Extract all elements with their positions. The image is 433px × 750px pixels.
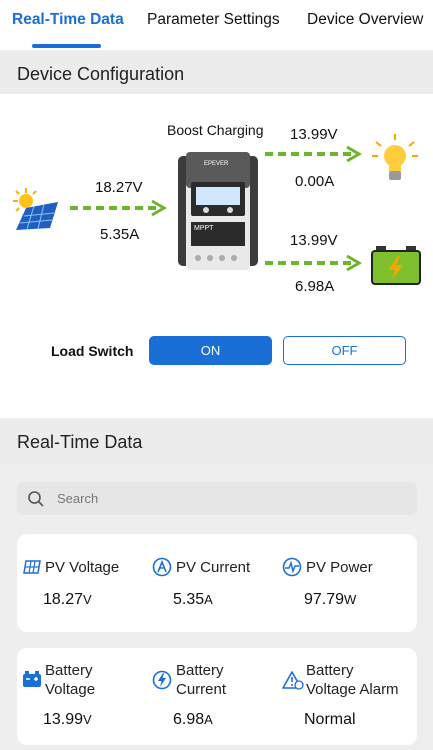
load-current-label: 0.00A [295, 173, 335, 190]
pv-voltage-title: PV Voltage [45, 559, 120, 576]
current-icon [152, 557, 172, 577]
realtime-data-header: Real-Time Data [0, 420, 433, 465]
controller-brand-text: EPEVER [204, 161, 229, 167]
active-tab-indicator [32, 44, 101, 48]
controller-model-text: MPPT [194, 225, 214, 232]
device-config-header: Device Configuration [0, 52, 433, 97]
battery-voltage-label: 13.99V [290, 232, 338, 249]
pv-current-label: 5.35A [100, 226, 140, 243]
battery-alarm-title-line1: Battery [306, 662, 354, 679]
load-switch-label: Load Switch [51, 343, 134, 359]
solar-panel-icon [23, 560, 41, 574]
battery-data-card: Battery Voltage 13.99V Battery Current 6… [17, 648, 417, 745]
lightning-icon [152, 670, 172, 690]
power-icon [282, 557, 302, 577]
load-on-button[interactable]: ON [149, 336, 272, 365]
battery-current-value: 6.98A [173, 711, 213, 728]
alarm-icon [282, 671, 304, 690]
light-bulb-icon [372, 134, 418, 180]
mppt-controller-image: EPEVER MPPT [178, 152, 258, 270]
tab-device-overview[interactable]: Device Overview [307, 11, 423, 29]
solar-panel-icon [13, 188, 58, 230]
battery-alarm-value: Normal [304, 711, 356, 728]
pv-voltage-value: 18.27V [43, 591, 92, 608]
battery-icon [23, 671, 41, 687]
pv-voltage-label: 18.27V [95, 179, 143, 196]
battery-current-title-line2: Current [176, 681, 227, 698]
load-voltage-label: 13.99V [290, 126, 338, 143]
search-box [17, 482, 417, 515]
battery-current-title-line1: Battery [176, 662, 224, 679]
device-config-panel: 18.27V 5.35A Boost Charging EPEVER MPPT … [0, 94, 433, 418]
battery-alarm-title-line2: Voltage Alarm [306, 681, 399, 698]
battery-icon [371, 246, 421, 285]
pv-current-title: PV Current [176, 559, 251, 576]
tab-bar: Real-Time Data Parameter Settings Device… [0, 0, 433, 50]
pv-power-title: PV Power [306, 559, 373, 576]
search-icon [28, 491, 44, 507]
pv-flow-arrow [70, 199, 167, 217]
tab-real-time-data[interactable]: Real-Time Data [12, 11, 124, 29]
battery-voltage-title-line2: Voltage [45, 681, 96, 698]
tab-parameter-settings[interactable]: Parameter Settings [147, 11, 280, 29]
load-flow-arrow [265, 145, 362, 163]
charge-mode-label: Boost Charging [167, 122, 264, 138]
battery-flow-arrow [265, 254, 362, 272]
battery-voltage-value: 13.99V [43, 711, 92, 728]
pv-power-value: 97.79W [304, 591, 357, 608]
load-off-button[interactable]: OFF [283, 336, 406, 365]
pv-data-card: PV Voltage 18.27V PV Current 5.35A PV Po… [17, 534, 417, 632]
battery-voltage-title-line1: Battery [45, 662, 93, 679]
pv-current-value: 5.35A [173, 591, 213, 608]
search-input[interactable] [57, 482, 407, 515]
battery-current-label: 6.98A [295, 278, 335, 295]
